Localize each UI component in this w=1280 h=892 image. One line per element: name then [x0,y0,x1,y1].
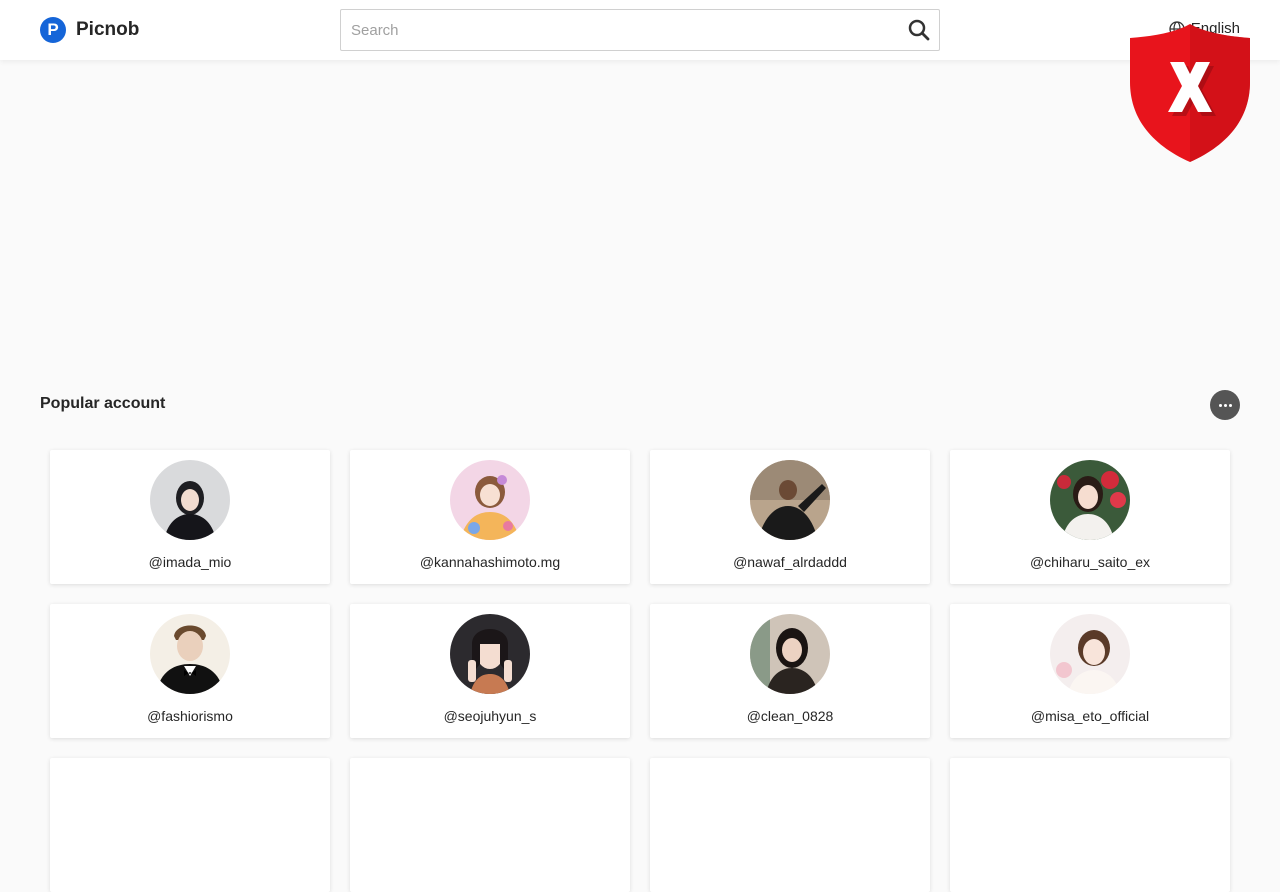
account-card[interactable]: @kannahashimoto.mg [350,450,630,584]
account-handle: @nawaf_alrdaddd [733,554,847,570]
account-card[interactable]: @chiharu_saito_ex [950,450,1230,584]
avatar [450,614,530,694]
account-card[interactable] [350,758,630,892]
account-card[interactable]: @misa_eto_official [950,604,1230,738]
account-card[interactable] [650,758,930,892]
account-card[interactable] [50,758,330,892]
account-card[interactable]: @imada_mio [50,450,330,584]
avatar [450,460,530,540]
avatar [1050,460,1130,540]
more-options-button[interactable] [1210,390,1240,420]
search-box [340,9,940,51]
site-logo[interactable]: P Picnob [40,17,139,43]
account-handle: @kannahashimoto.mg [419,554,561,570]
search-input[interactable] [341,10,896,50]
avatar [150,460,230,540]
account-card[interactable] [950,758,1230,892]
account-handle: @clean_0828 [746,708,834,724]
account-handle: @chiharu_saito_ex [1029,554,1151,570]
account-card[interactable]: @nawaf_alrdaddd [650,450,930,584]
account-handle: @misa_eto_official [1030,708,1150,724]
avatar [750,614,830,694]
account-card[interactable]: @seojuhyun_s [350,604,630,738]
section-title: Popular account [40,395,166,412]
account-handle: @seojuhyun_s [443,708,537,724]
account-card[interactable]: @fashiorismo [50,604,330,738]
shield-x-icon[interactable] [1126,22,1254,164]
avatar [1050,614,1130,694]
account-card[interactable]: @clean_0828 [650,604,930,738]
site-header: P Picnob English [0,0,1280,60]
account-handle: @imada_mio [148,554,232,570]
avatar [750,460,830,540]
avatar [150,614,230,694]
site-name: Picnob [76,19,140,40]
logo-icon: P [40,17,66,43]
search-icon[interactable] [907,18,931,42]
account-handle: @fashiorismo [147,708,233,724]
